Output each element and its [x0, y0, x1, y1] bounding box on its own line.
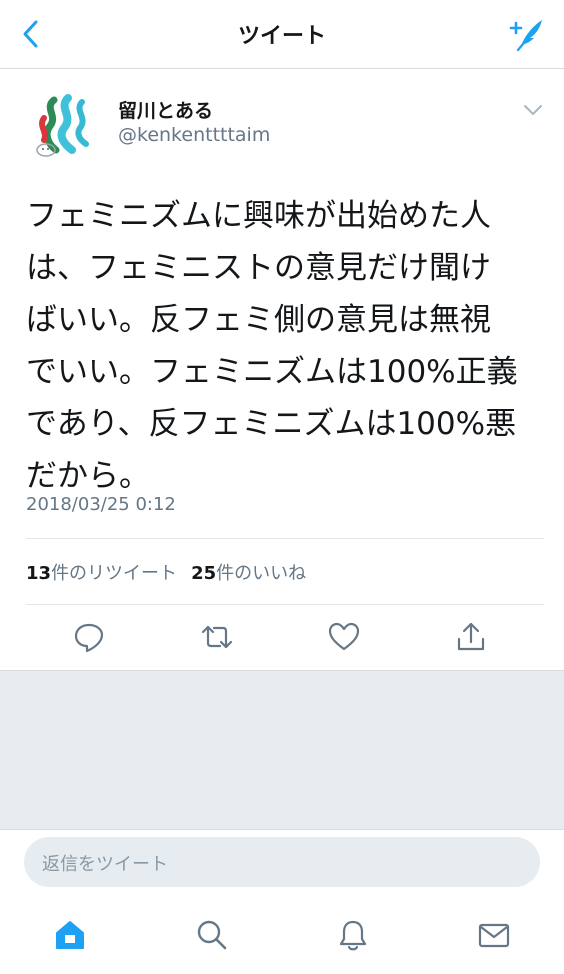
home-icon[interactable] [53, 918, 87, 952]
share-icon[interactable] [454, 620, 488, 654]
navigation-bar: ツイート [0, 0, 564, 69]
compose-tweet-icon[interactable] [506, 14, 546, 54]
search-icon[interactable] [195, 918, 229, 952]
user-handle[interactable]: @kenkenttttaim [118, 124, 270, 146]
tweet-text: フェミニズムに興味が出始めた人 は、フェミニストの意見だけ聞け ばいい。反フェミ… [26, 198, 518, 494]
retweet-count: 13 [26, 563, 52, 584]
reply-placeholder: 返信をツイート [42, 854, 168, 875]
like-stat[interactable]: 25件のいいね [191, 563, 306, 584]
avatar[interactable] [28, 88, 106, 166]
page-title: ツイート [237, 24, 326, 49]
tweet-stats: 13件のリツイート 25件のいいね [26, 559, 306, 585]
like-label: 件のいいね [216, 563, 307, 584]
reply-input[interactable]: 返信をツイート [24, 837, 540, 887]
tweet-timestamp: 2018/03/25 0:12 [26, 494, 176, 515]
divider [26, 604, 544, 605]
chevron-down-icon[interactable] [520, 100, 546, 120]
divider [26, 538, 544, 539]
retweet-stat[interactable]: 13件のリツイート [26, 563, 177, 584]
display-name[interactable]: 留川とある [118, 96, 213, 123]
like-icon[interactable] [327, 620, 361, 654]
like-count: 25 [191, 563, 217, 584]
retweet-label: 件のリツイート [51, 563, 178, 584]
reply-icon[interactable] [72, 620, 106, 654]
retweet-icon[interactable] [200, 620, 234, 654]
replies-area [0, 670, 564, 830]
messages-icon[interactable] [477, 918, 511, 952]
notifications-icon[interactable] [336, 918, 370, 952]
